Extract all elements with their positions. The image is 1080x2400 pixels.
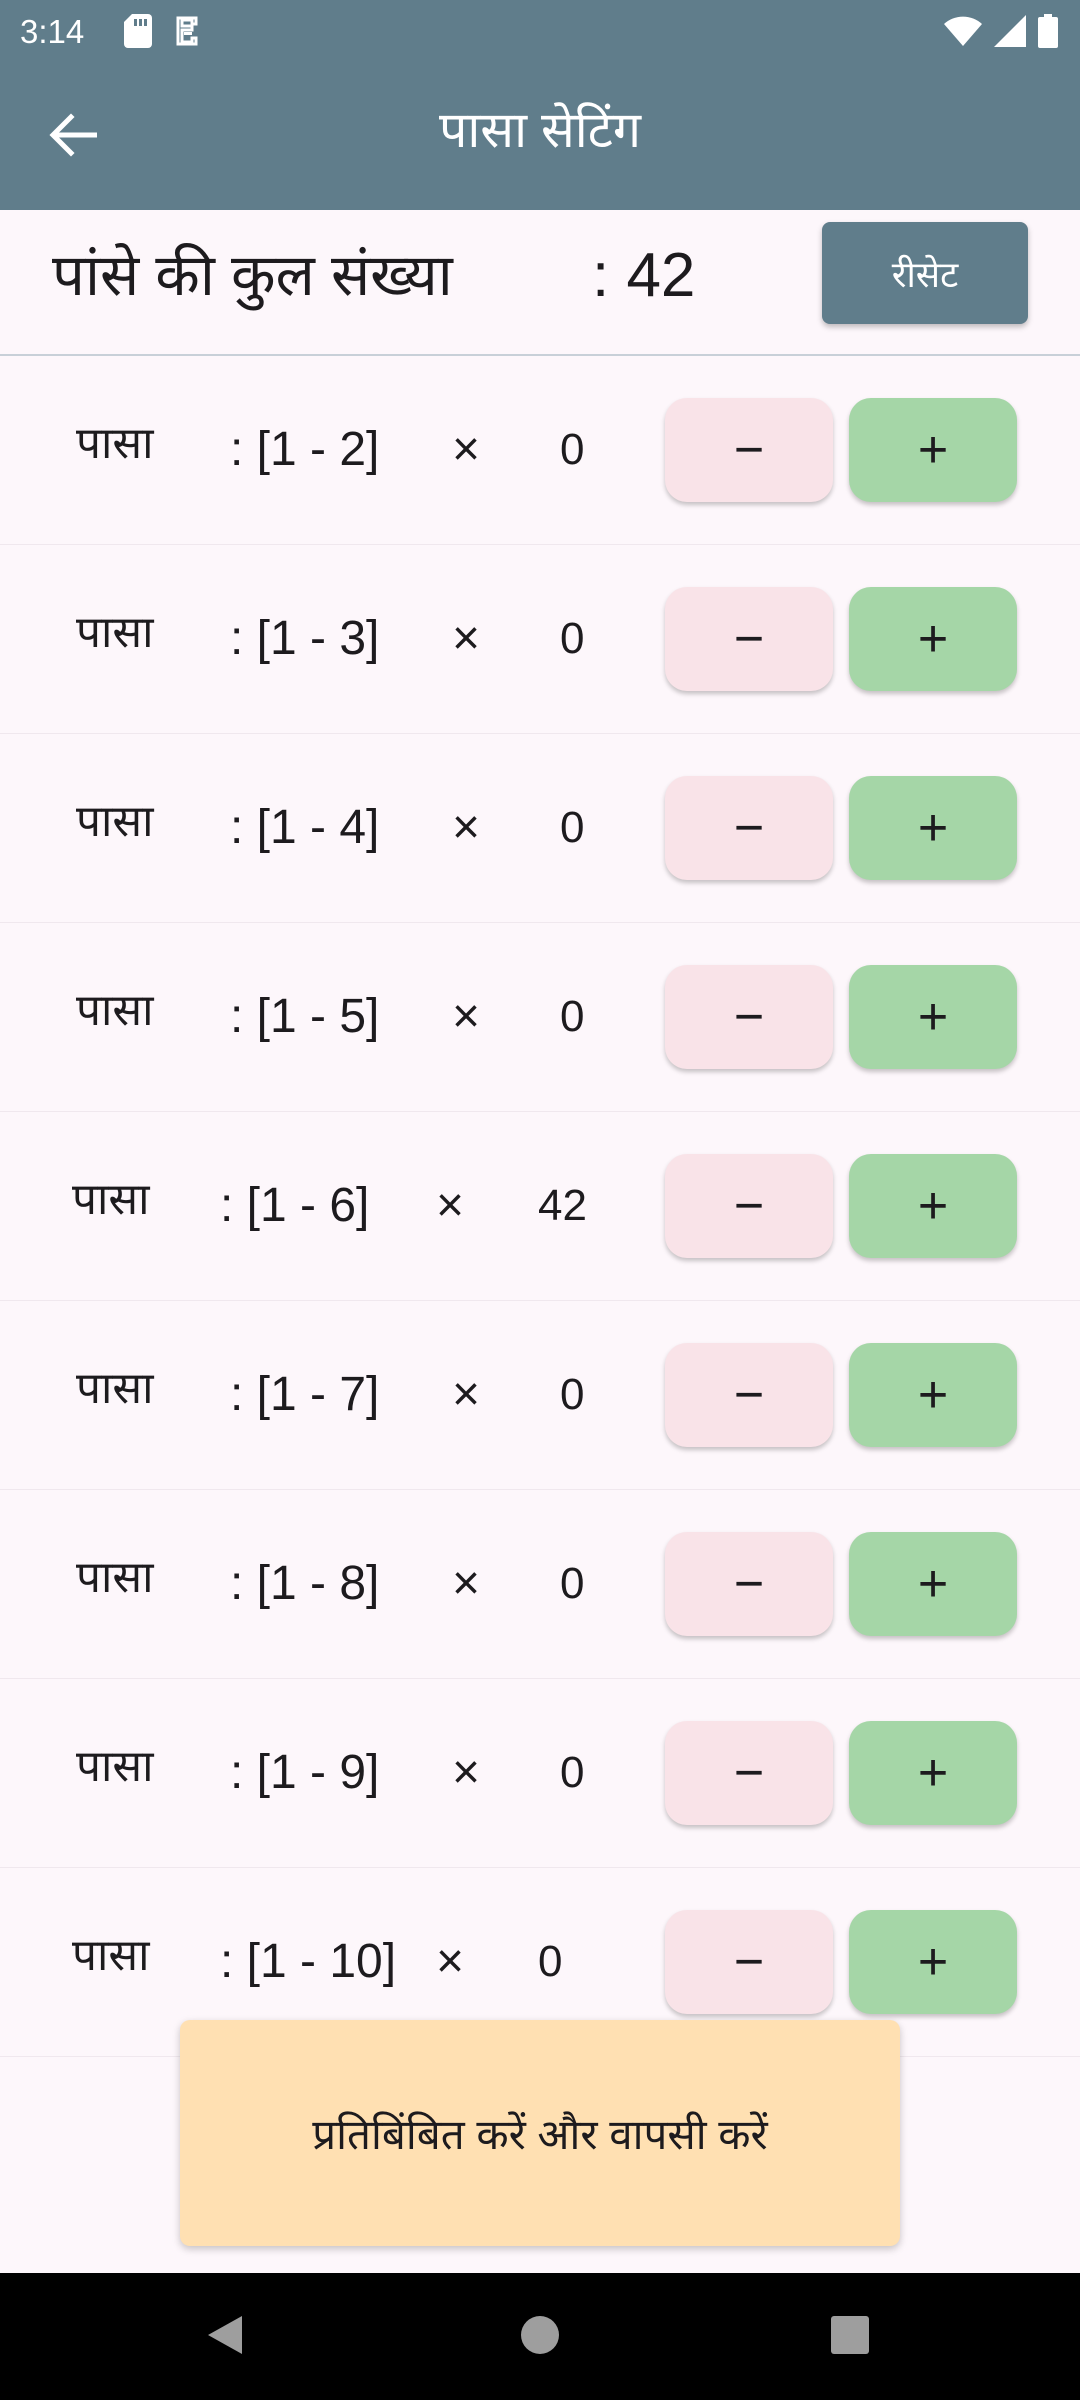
apply-and-return-button[interactable]: प्रतिबिंबित करें और वापसी करें [180,2020,900,2246]
sd-card-icon [124,14,152,53]
dice-range: : [1 - 6] [220,1179,370,1232]
nav-home-icon [520,2315,560,2360]
dice-row-d9: पासा : [1 - 9] × 0 − + [0,1679,1080,1868]
decrement-button[interactable]: − [665,1343,833,1447]
dice-label: पासा [76,608,154,657]
dice-label: पासा [72,1175,150,1224]
multiply-sign: × [452,1368,481,1421]
dice-count: 0 [560,1559,585,1608]
dice-label: पासा [76,986,154,1035]
dice-row-d5: पासा : [1 - 5] × 0 − + [0,923,1080,1112]
nav-back-button[interactable] [194,2307,254,2367]
dice-row-d8: पासा : [1 - 8] × 0 − + [0,1490,1080,1679]
decrement-button[interactable]: − [665,1154,833,1258]
increment-button[interactable]: + [849,1154,1017,1258]
multiply-sign: × [436,1179,465,1232]
increment-button[interactable]: + [849,1532,1017,1636]
multiply-sign: × [452,1746,481,1799]
dice-label: पासा [76,1364,154,1413]
dice-count: 0 [560,425,585,474]
dice-row-d3: पासा : [1 - 3] × 0 − + [0,545,1080,734]
dice-range: : [1 - 8] [230,1557,380,1610]
app-bar: पासा सेटिंग [0,64,1080,210]
decrement-button[interactable]: − [665,776,833,880]
multiply-sign: × [452,801,481,854]
dice-range: : [1 - 5] [230,990,380,1043]
dice-row-d2: पासा : [1 - 2] × 0 − + [0,356,1080,545]
battery-icon [1038,14,1058,53]
dice-label: पासा [76,419,154,468]
dice-count: 0 [560,614,585,663]
total-dice-header: पांसे की कुल संख्या : 42 रीसेट [0,210,1080,356]
nav-recents-button[interactable] [820,2307,880,2367]
dice-row-d6: पासा : [1 - 6] × 42 − + [0,1112,1080,1301]
dice-range: : [1 - 4] [230,801,380,854]
dice-label: पासा [76,1742,154,1791]
dice-label: पासा [76,1553,154,1602]
decrement-button[interactable]: − [665,965,833,1069]
decrement-button[interactable]: − [665,587,833,691]
dice-count: 0 [560,992,585,1041]
dice-count: 0 [560,1370,585,1419]
nav-recents-icon [830,2315,870,2360]
multiply-sign: × [452,612,481,665]
total-dice-value: : 42 [592,241,696,310]
dice-count: 0 [560,1748,585,1797]
increment-button[interactable]: + [849,1721,1017,1825]
dice-range: : [1 - 9] [230,1746,380,1799]
increment-button[interactable]: + [849,398,1017,502]
dice-range: : [1 - 10] [220,1935,397,1988]
status-bar: 3:14 [0,0,1080,64]
multiply-sign: × [436,1935,465,1988]
dice-label: पासा [72,1931,150,1980]
increment-button[interactable]: + [849,1910,1017,2014]
navigation-bar [0,2273,1080,2400]
nav-home-button[interactable] [510,2307,570,2367]
dice-range: : [1 - 2] [230,423,380,476]
multiply-sign: × [452,423,481,476]
increment-button[interactable]: + [849,965,1017,1069]
decrement-button[interactable]: − [665,1721,833,1825]
wifi-icon [944,15,982,52]
dice-list: पासा : [1 - 2] × 0 − + पासा : [1 - 3] × … [0,356,1080,2057]
multiply-sign: × [452,990,481,1043]
page-title: पासा सेटिंग [438,102,642,158]
dice-count: 0 [538,1937,563,1986]
total-dice-label: पांसे की कुल संख्या [52,243,453,308]
dice-range: : [1 - 7] [230,1368,380,1421]
dice-range: : [1 - 3] [230,612,380,665]
status-notification-icons [124,14,202,53]
dice-count: 42 [538,1181,587,1230]
dice-label: पासा [76,797,154,846]
increment-button[interactable]: + [849,587,1017,691]
decrement-button[interactable]: − [665,1910,833,2014]
dice-row-d4: पासा : [1 - 4] × 0 − + [0,734,1080,923]
decrement-button[interactable]: − [665,1532,833,1636]
cellular-signal-icon [994,15,1026,52]
status-time: 3:14 [20,13,85,50]
increment-button[interactable]: + [849,776,1017,880]
dice-row-d7: पासा : [1 - 7] × 0 − + [0,1301,1080,1490]
dice-count: 0 [560,803,585,852]
increment-button[interactable]: + [849,1343,1017,1447]
multiply-sign: × [452,1557,481,1610]
notification-icon [172,14,202,53]
status-system-icons [944,14,1058,53]
decrement-button[interactable]: − [665,398,833,502]
reset-button[interactable]: रीसेट [822,222,1028,324]
nav-back-icon [204,2314,244,2361]
